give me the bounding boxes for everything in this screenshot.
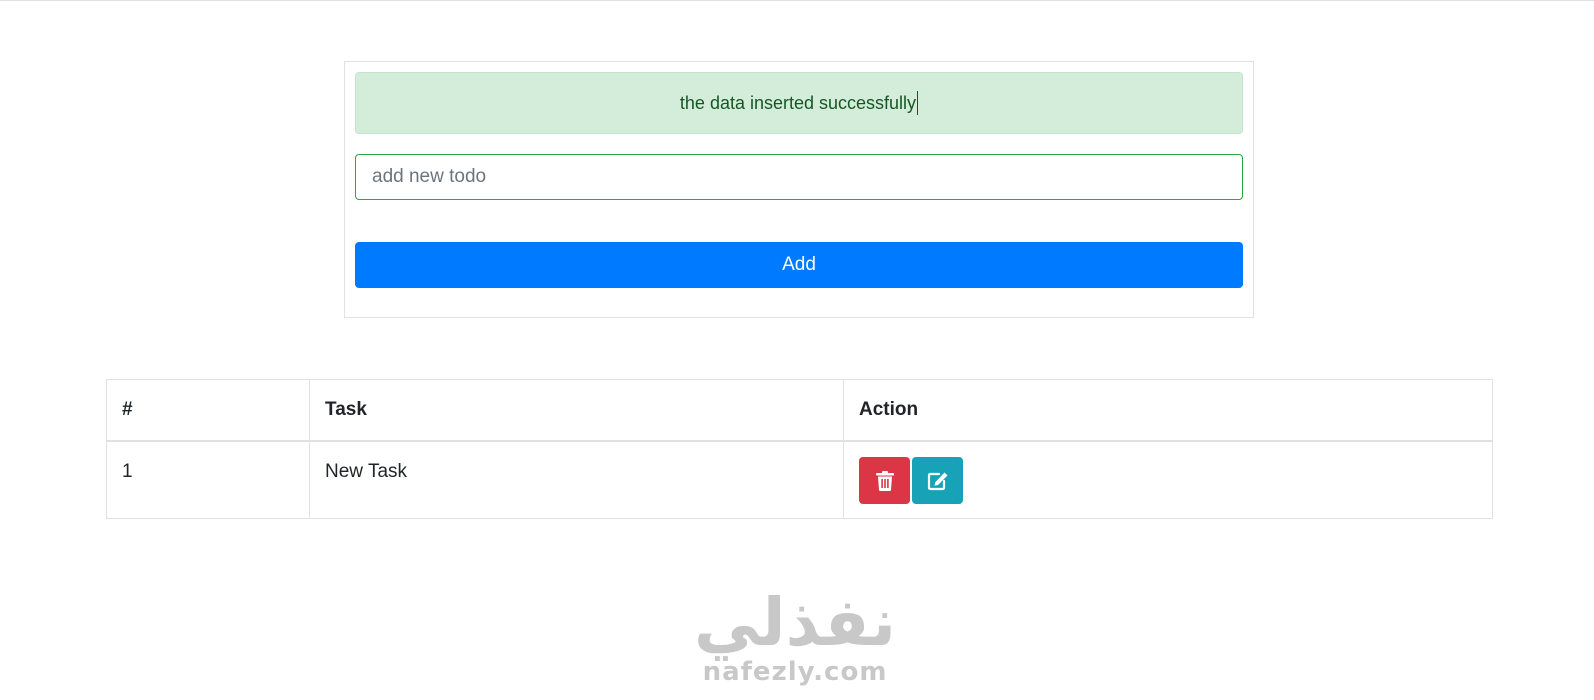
- edit-icon: [927, 472, 947, 490]
- column-header-number: #: [106, 379, 310, 442]
- row-actions: [843, 440, 1493, 519]
- table-row: 1 New Task: [106, 440, 1493, 519]
- success-alert-text: the data inserted successfully: [679, 92, 917, 113]
- trash-icon: [875, 470, 894, 491]
- row-number: 1: [106, 440, 310, 519]
- new-todo-input[interactable]: [355, 154, 1243, 200]
- top-divider: [0, 0, 1594, 1]
- edit-button[interactable]: [912, 457, 963, 504]
- column-header-action: Action: [843, 379, 1493, 442]
- watermark-url-text: nafezly.com: [702, 657, 888, 687]
- watermark-arabic-text: نفذلي: [694, 584, 898, 661]
- nafezly-watermark-logo: نفذلي nafezly.com: [690, 588, 900, 696]
- success-alert: the data inserted successfully: [355, 72, 1243, 134]
- text-caret: [917, 91, 919, 115]
- delete-button[interactable]: [859, 457, 910, 504]
- table-header-row: # Task Action: [106, 379, 1493, 442]
- add-todo-form: the data inserted successfully Add: [344, 61, 1254, 318]
- row-task: New Task: [309, 440, 844, 519]
- todo-table: # Task Action 1 New Task: [106, 379, 1493, 519]
- column-header-task: Task: [309, 379, 844, 442]
- add-button[interactable]: Add: [355, 242, 1243, 288]
